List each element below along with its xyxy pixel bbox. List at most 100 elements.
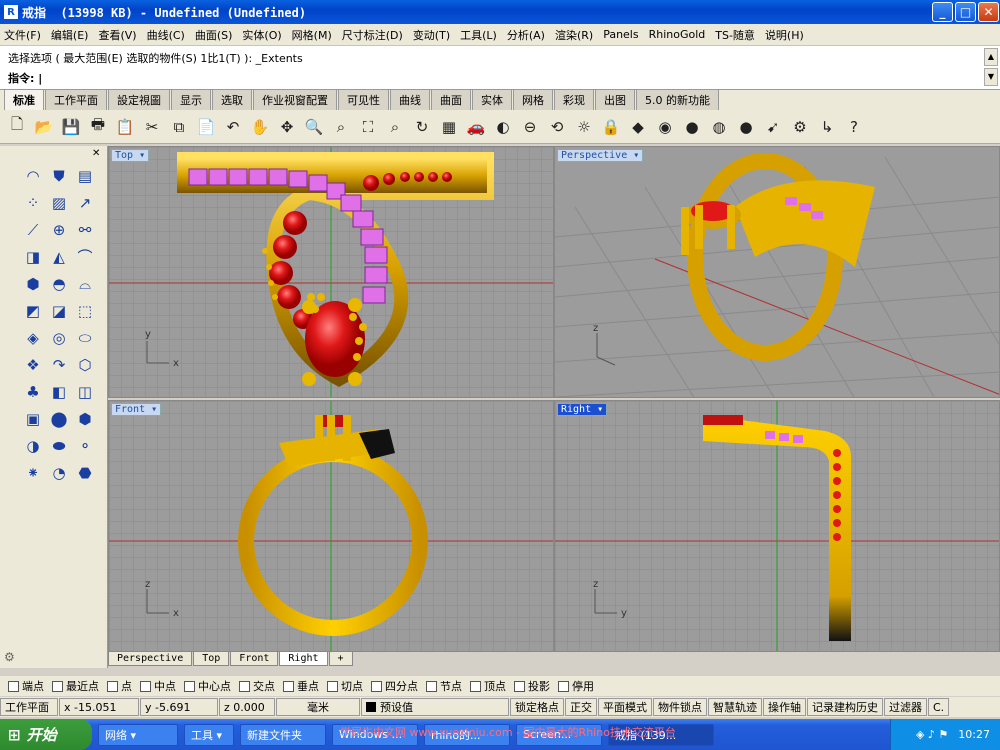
left-tool-31-icon[interactable]: ◑: [20, 432, 46, 459]
status-smarttrack[interactable]: 智慧轨迹: [708, 698, 762, 716]
cut-icon[interactable]: ✂: [141, 116, 163, 138]
checkbox-icon[interactable]: [327, 680, 338, 692]
gear-icon[interactable]: ⚙: [4, 650, 15, 664]
tab-set-view[interactable]: 設定視圖: [108, 89, 170, 110]
open-icon[interactable]: 📂: [33, 116, 55, 138]
taskbar-new-folder[interactable]: 新建文件夹: [240, 723, 326, 746]
start-button[interactable]: ⊞ 开始: [0, 719, 92, 750]
menu-curve[interactable]: 曲线(C): [147, 27, 185, 43]
osnap-option[interactable]: 四分点: [371, 678, 418, 694]
left-tool-20-icon[interactable]: ◎: [46, 324, 72, 351]
viewport-top[interactable]: x y Top ▾: [108, 146, 554, 398]
tab-visibility[interactable]: 可见性: [338, 89, 389, 110]
menu-rhinogold[interactable]: RhinoGold: [649, 28, 706, 41]
status-grid-snap[interactable]: 锁定格点: [510, 698, 564, 716]
menu-help[interactable]: 说明(H): [765, 27, 804, 43]
tab-drafting[interactable]: 出图: [595, 89, 635, 110]
menu-mesh[interactable]: 网格(M): [292, 27, 332, 43]
status-layer[interactable]: 预设值: [361, 698, 509, 716]
checkbox-icon[interactable]: [140, 680, 151, 692]
osnap-option[interactable]: 顶点: [470, 678, 506, 694]
tab-curve[interactable]: 曲线: [390, 89, 430, 110]
left-tool-17-icon[interactable]: ◪: [46, 297, 72, 324]
render-sphere-icon[interactable]: ●: [681, 116, 703, 138]
viewport-right[interactable]: y z Right ▾: [554, 400, 1000, 652]
status-history[interactable]: 记录建构历史: [807, 698, 883, 716]
left-tool-35-icon[interactable]: ◔: [46, 459, 72, 486]
checkbox-icon[interactable]: [371, 680, 382, 692]
tab-display[interactable]: 显示: [171, 89, 211, 110]
status-filter[interactable]: 过滤器: [884, 698, 927, 716]
left-tool-10-icon[interactable]: ◨: [20, 243, 46, 270]
pan-icon[interactable]: ✋: [249, 116, 271, 138]
menu-transform[interactable]: 变动(T): [413, 27, 450, 43]
undo-icon[interactable]: ↶: [222, 116, 244, 138]
viewport-label-perspective[interactable]: Perspective ▾: [557, 149, 644, 162]
left-tool-26-icon[interactable]: ◧: [46, 378, 72, 405]
tab-cplane[interactable]: 工作平面: [45, 89, 107, 110]
status-unit[interactable]: 毫米: [276, 698, 360, 716]
vp-tab-front[interactable]: Front: [230, 652, 279, 666]
left-tool-34-icon[interactable]: ⁕: [20, 459, 46, 486]
color-wheel-icon[interactable]: ◉: [654, 116, 676, 138]
tab-solid[interactable]: 实体: [472, 89, 512, 110]
viewport-label-front[interactable]: Front ▾: [111, 403, 162, 416]
checkbox-icon[interactable]: [239, 680, 250, 692]
close-button[interactable]: ✕: [978, 2, 999, 22]
menu-panels[interactable]: Panels: [603, 28, 638, 41]
left-tool-30-icon[interactable]: ⬢: [72, 405, 98, 432]
show-icon[interactable]: ⊖: [519, 116, 541, 138]
checkbox-icon[interactable]: [8, 680, 19, 692]
osnap-option[interactable]: 中点: [140, 678, 176, 694]
tab-render[interactable]: 彩现: [554, 89, 594, 110]
tab-surface[interactable]: 曲面: [431, 89, 471, 110]
zoom-extents-icon[interactable]: ⛶: [357, 116, 379, 138]
left-tool-24-icon[interactable]: ⬡: [72, 351, 98, 378]
settings-icon[interactable]: ⚙: [789, 116, 811, 138]
car-icon[interactable]: 🚗: [465, 116, 487, 138]
rotate-view-icon[interactable]: ✥: [276, 116, 298, 138]
checkbox-icon[interactable]: [283, 680, 294, 692]
blue-sphere-icon[interactable]: ●: [735, 116, 757, 138]
status-more[interactable]: C.: [928, 698, 950, 716]
left-tool-1-icon[interactable]: ◠: [20, 162, 46, 189]
import-icon[interactable]: 📋: [114, 116, 136, 138]
save-icon[interactable]: 💾: [60, 116, 82, 138]
checkbox-icon[interactable]: [470, 680, 481, 692]
menu-tools[interactable]: 工具(L): [460, 27, 497, 43]
menu-dimension[interactable]: 尺寸标注(D): [342, 27, 403, 43]
left-tool-32-icon[interactable]: ⬬: [46, 432, 72, 459]
history-icon[interactable]: ↳: [816, 116, 838, 138]
left-tool-15-icon[interactable]: ⌓: [72, 270, 98, 297]
menu-file[interactable]: 文件(F): [4, 27, 41, 43]
left-tool-21-icon[interactable]: ⬭: [72, 324, 98, 351]
menu-solid[interactable]: 实体(O): [242, 27, 281, 43]
osnap-option[interactable]: 停用: [558, 678, 594, 694]
minimize-button[interactable]: _: [932, 2, 953, 22]
viewport-front[interactable]: x z Front ▾: [108, 400, 554, 652]
redo-view-icon[interactable]: ↻: [411, 116, 433, 138]
tab-mesh[interactable]: 网格: [513, 89, 553, 110]
left-tool-28-icon[interactable]: ▣: [20, 405, 46, 432]
status-osnap[interactable]: 物件锁点: [653, 698, 707, 716]
left-tool-3-icon[interactable]: ▤: [72, 162, 98, 189]
left-tool-33-icon[interactable]: ⚬: [72, 432, 98, 459]
viewport-label-right[interactable]: Right ▾: [557, 403, 608, 416]
status-planar[interactable]: 平面模式: [598, 698, 652, 716]
left-tool-14-icon[interactable]: ◓: [46, 270, 72, 297]
print-icon[interactable]: 🖶: [87, 115, 109, 138]
taskbar-network[interactable]: 网络 ▾: [98, 723, 178, 746]
new-icon[interactable]: 🗋: [6, 115, 28, 138]
left-tool-18-icon[interactable]: ⬚: [72, 297, 98, 324]
vp-tab-perspective[interactable]: Perspective: [108, 652, 193, 666]
close-icon[interactable]: ✕: [92, 148, 100, 159]
left-tool-6-icon[interactable]: ↗: [72, 189, 98, 216]
checkbox-icon[interactable]: [514, 680, 525, 692]
left-tool-9-icon[interactable]: ⚯: [72, 216, 98, 243]
left-tool-19-icon[interactable]: ◈: [20, 324, 46, 351]
osnap-option[interactable]: 中心点: [184, 678, 231, 694]
osnap-option[interactable]: 点: [107, 678, 132, 694]
menu-ts[interactable]: TS-随意: [715, 27, 755, 43]
checkbox-icon[interactable]: [107, 680, 118, 692]
left-tool-36-icon[interactable]: ⬣: [72, 459, 98, 486]
